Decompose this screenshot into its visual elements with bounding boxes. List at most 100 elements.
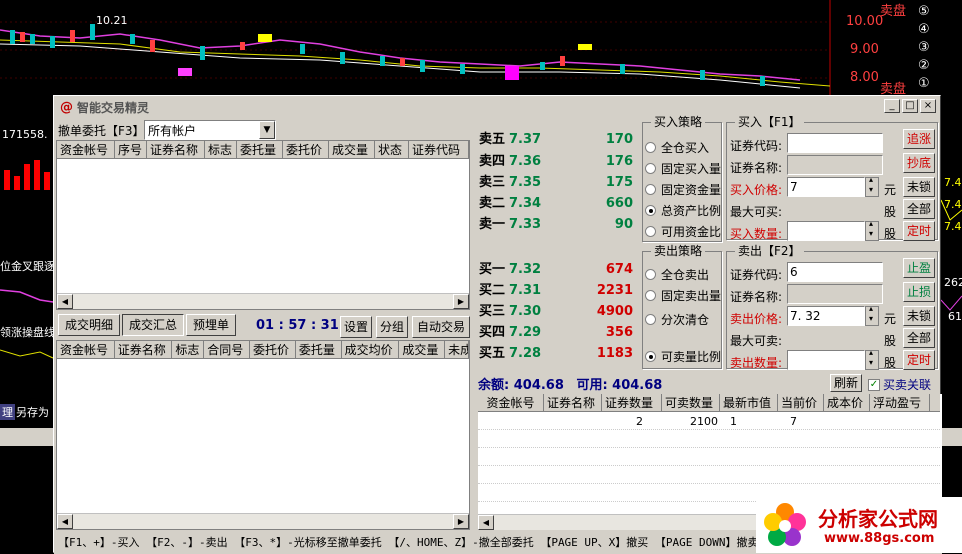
checkbox-checked-icon[interactable]: ✓ xyxy=(868,378,880,391)
tab-deal-summary[interactable]: 成交汇总 xyxy=(122,314,184,336)
deal-col-name[interactable]: 证券名称 xyxy=(115,341,173,358)
ask-5[interactable]: 卖五 7.37 170 xyxy=(479,130,635,150)
buy-code-input[interactable] xyxy=(787,133,883,153)
bid-5[interactable]: 买五 7.28 1183 xyxy=(479,344,635,364)
buy-dip-button[interactable]: 抄底 xyxy=(903,153,935,173)
pos-col-price[interactable]: 当前价 xyxy=(778,394,824,411)
positions-table[interactable]: 资金帐号 证券名称 证券数量 可卖数量 最新市值 当前价 成本价 浮动盈亏 2 … xyxy=(478,394,942,514)
buy-opt-full[interactable]: 全仓买入 xyxy=(645,139,709,156)
sell-all-button[interactable]: 全部 xyxy=(903,328,935,348)
sell-timer-button[interactable]: 定时 xyxy=(903,350,935,370)
ask-3[interactable]: 卖三 7.35 175 xyxy=(479,173,635,193)
chevron-down-icon[interactable]: ▼ xyxy=(259,121,275,139)
sell-lock-button[interactable]: 未锁 xyxy=(903,306,935,326)
buy-lock-button[interactable]: 未锁 xyxy=(903,177,935,197)
maximize-button[interactable]: □ xyxy=(902,99,918,113)
pos-col-sellable[interactable]: 可卖数量 xyxy=(662,394,720,411)
sell-price-input[interactable]: 7. 32 xyxy=(787,306,865,326)
col-account[interactable]: 资金帐号 xyxy=(57,141,115,158)
minimize-button[interactable]: _ xyxy=(884,99,900,113)
auto-trade-button[interactable]: 自动交易 xyxy=(412,316,470,338)
pos-col-cost[interactable]: 成本价 xyxy=(824,394,870,411)
bid-1[interactable]: 买一 7.32 674 xyxy=(479,260,635,280)
group-button[interactable]: 分组 xyxy=(376,316,408,338)
sell-opt-clear[interactable]: 分次清仓 xyxy=(645,311,709,328)
tab-preset-orders[interactable]: 预埋单 xyxy=(186,314,236,336)
buy-price-stepper[interactable] xyxy=(865,175,879,197)
account-select[interactable]: 所有帐户 ▼ xyxy=(144,120,276,140)
buy-qty-stepper[interactable] xyxy=(865,219,879,241)
ask-2[interactable]: 卖二 7.34 660 xyxy=(479,194,635,214)
deal-col-flag[interactable]: 标志 xyxy=(172,341,205,358)
col-name[interactable]: 证券名称 xyxy=(147,141,205,158)
buy-timer-button[interactable]: 定时 xyxy=(903,221,935,241)
left-tab-1[interactable]: 理 xyxy=(0,404,15,420)
sell-code-input[interactable]: 6 xyxy=(787,262,883,282)
pos-col-pnl[interactable]: 浮动盈亏 xyxy=(870,394,930,411)
pos-col-account[interactable]: 资金帐号 xyxy=(478,394,544,411)
col-order-qty[interactable]: 委托量 xyxy=(237,141,283,158)
ask-4[interactable]: 卖四 7.36 176 xyxy=(479,152,635,172)
title-bar[interactable]: @ 智能交易精灵 _ □ × xyxy=(56,98,938,116)
close-button[interactable]: × xyxy=(920,99,936,113)
col-code[interactable]: 证券代码 xyxy=(409,141,469,158)
left-tab-2[interactable]: 另存为 xyxy=(16,404,49,420)
pos-col-name[interactable]: 证券名称 xyxy=(544,394,602,411)
bid-3[interactable]: 买三 7.30 4900 xyxy=(479,302,635,322)
col-order-price[interactable]: 委托价 xyxy=(283,141,329,158)
radio-checked-icon xyxy=(645,351,656,362)
buy-all-button[interactable]: 全部 xyxy=(903,199,935,219)
sell-opt-full[interactable]: 全仓卖出 xyxy=(645,266,709,283)
table-row[interactable] xyxy=(478,450,940,466)
deal-table[interactable]: 资金帐号 证券名称 标志 合同号 委托价 委托量 成交均价 成交量 未成 ◀ ▶ xyxy=(56,340,470,530)
ask-1[interactable]: 卖一 7.33 90 xyxy=(479,215,635,235)
buy-qty-input[interactable] xyxy=(787,221,865,241)
settings-button[interactable]: 设置 xyxy=(340,316,372,338)
deal-col-avg[interactable]: 成交均价 xyxy=(342,341,400,358)
bid-2[interactable]: 买二 7.31 2231 xyxy=(479,281,635,301)
col-seq[interactable]: 序号 xyxy=(115,141,147,158)
col-deal-qty[interactable]: 成交量 xyxy=(329,141,375,158)
take-profit-button[interactable]: 止盈 xyxy=(903,258,935,278)
scroll-left-icon[interactable]: ◀ xyxy=(57,294,73,309)
buy-opt-fixed-cash[interactable]: 固定资金量 xyxy=(645,181,721,198)
bid-4[interactable]: 买四 7.29 356 xyxy=(479,323,635,343)
cancel-table-hscrollbar[interactable]: ◀ ▶ xyxy=(57,293,469,309)
sell-qty-input[interactable] xyxy=(787,350,865,370)
buy-opt-avail-ratio[interactable]: 可用资金比 xyxy=(645,223,721,240)
scroll-left-icon[interactable]: ◀ xyxy=(478,515,494,530)
deal-col-pending[interactable]: 未成 xyxy=(445,341,469,358)
chase-up-button[interactable]: 追涨 xyxy=(903,129,935,149)
deal-col-qty[interactable]: 委托量 xyxy=(296,341,342,358)
cancel-order-table[interactable]: 资金帐号 序号 证券名称 标志 委托量 委托价 成交量 状态 证券代码 ◀ ▶ xyxy=(56,140,470,310)
balance-label: 余额: xyxy=(478,378,510,393)
buy-opt-total-ratio[interactable]: 总资产比例 xyxy=(645,202,721,219)
pos-col-value[interactable]: 最新市值 xyxy=(720,394,778,411)
scroll-left-icon[interactable]: ◀ xyxy=(57,514,73,529)
stop-loss-button[interactable]: 止损 xyxy=(903,282,935,302)
scroll-right-icon[interactable]: ▶ xyxy=(453,294,469,309)
buy-price-input[interactable]: 7 xyxy=(787,177,865,197)
col-status[interactable]: 状态 xyxy=(375,141,409,158)
deal-col-price[interactable]: 委托价 xyxy=(250,341,296,358)
link-checkbox[interactable]: ✓ 买卖关联 xyxy=(868,376,931,393)
price-label-10: 10.00 xyxy=(846,14,884,29)
buy-opt-fixed-qty[interactable]: 固定买入量 xyxy=(645,160,721,177)
col-flag[interactable]: 标志 xyxy=(205,141,237,158)
refresh-button[interactable]: 刷新 xyxy=(830,374,862,392)
sell-price-stepper[interactable] xyxy=(865,304,879,326)
deal-col-contract[interactable]: 合同号 xyxy=(204,341,251,358)
table-row[interactable]: 2 2100 1 7 xyxy=(478,414,940,430)
sell-opt-ratio[interactable]: 可卖量比例 xyxy=(645,348,721,365)
deal-col-account[interactable]: 资金帐号 xyxy=(57,341,115,358)
deal-col-dealqty[interactable]: 成交量 xyxy=(399,341,446,358)
tab-deal-detail[interactable]: 成交明细 xyxy=(58,314,120,336)
table-row[interactable] xyxy=(478,432,940,448)
scroll-right-icon[interactable]: ▶ xyxy=(453,514,469,529)
right-num-5: 61 xyxy=(948,310,962,323)
pos-col-qty[interactable]: 证券数量 xyxy=(602,394,662,411)
sell-qty-stepper[interactable] xyxy=(865,348,879,370)
table-row[interactable] xyxy=(478,468,940,484)
deal-table-hscrollbar[interactable]: ◀ ▶ xyxy=(57,513,469,529)
sell-opt-fixed-qty[interactable]: 固定卖出量 xyxy=(645,287,721,304)
